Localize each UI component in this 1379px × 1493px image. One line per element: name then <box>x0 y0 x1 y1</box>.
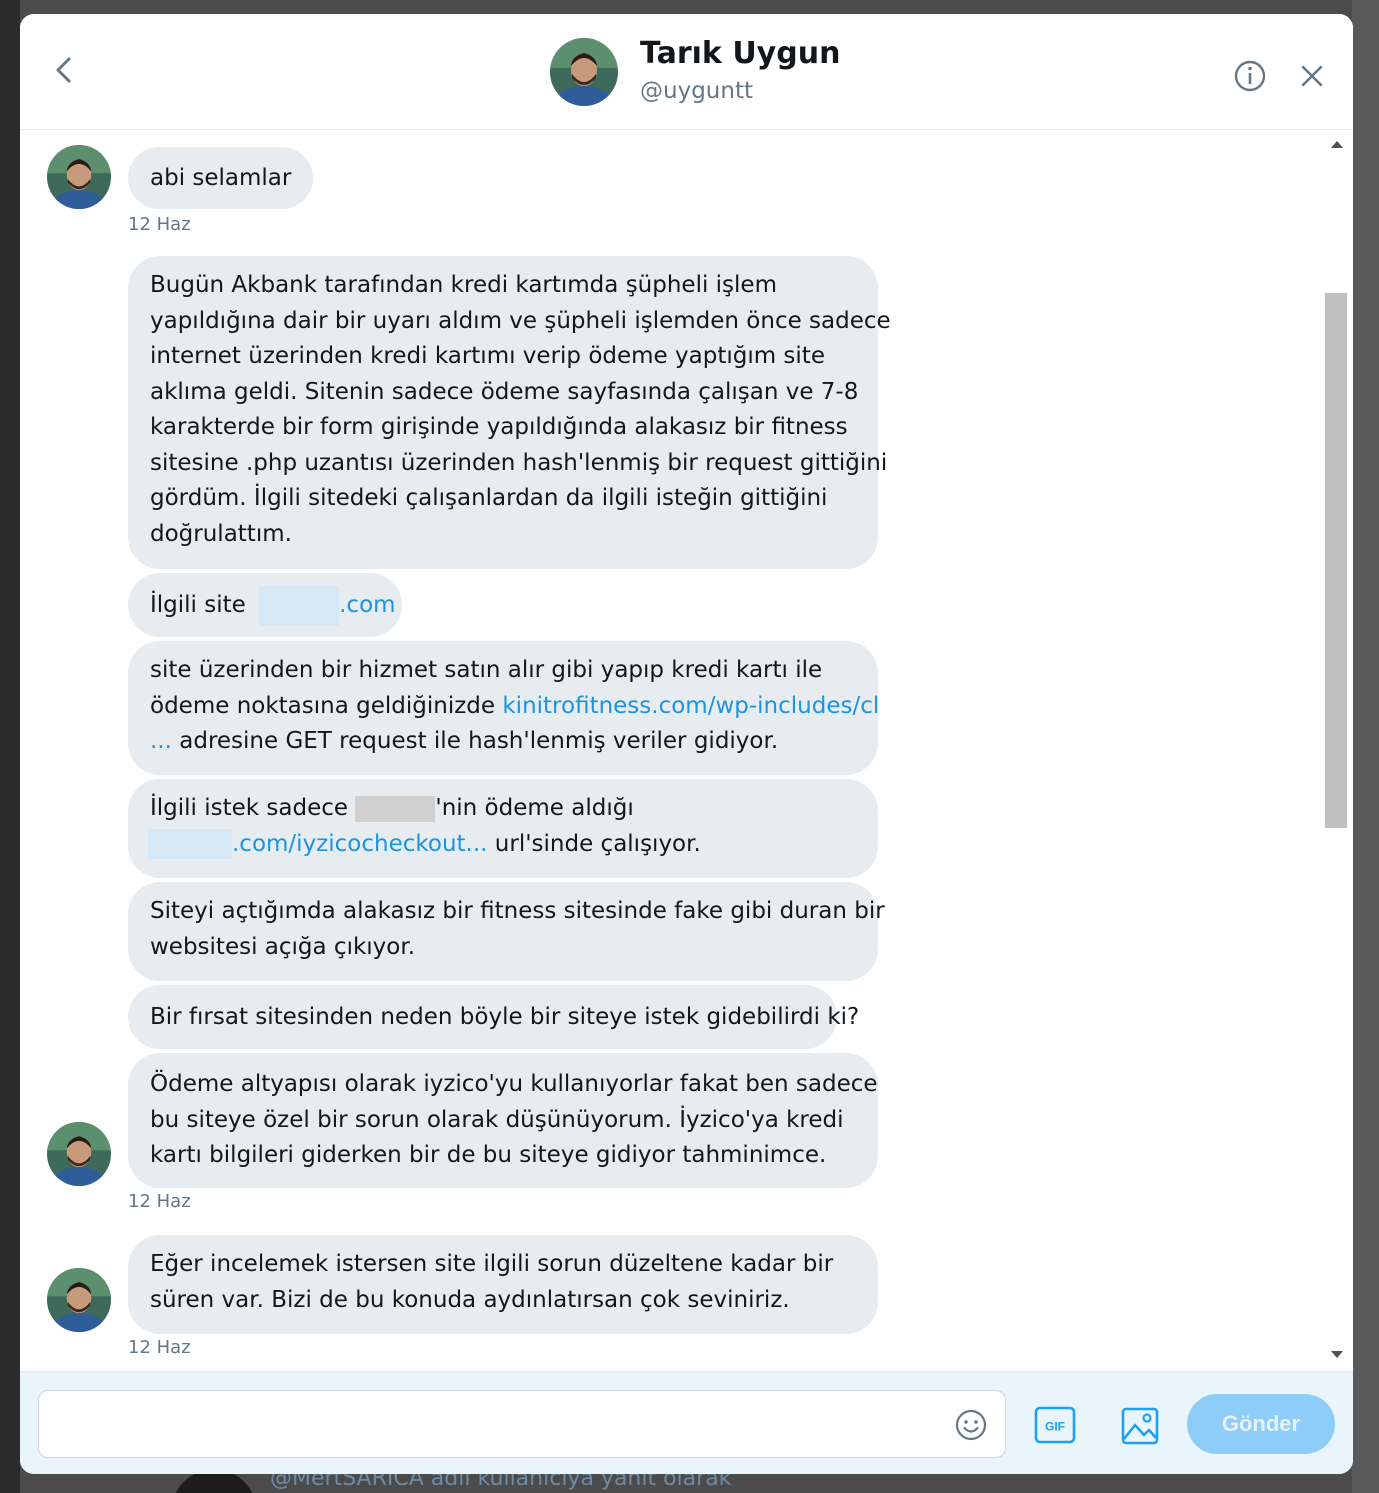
avatar[interactable] <box>47 145 111 209</box>
avatar[interactable] <box>47 1268 111 1332</box>
message-text: adresine GET request ile hash'lenmiş ver… <box>171 728 779 754</box>
avatar[interactable] <box>47 1122 111 1186</box>
back-button[interactable] <box>46 52 82 88</box>
scroll-thumb[interactable] <box>1325 293 1347 828</box>
message-link[interactable]: ... <box>150 728 172 754</box>
backdrop-strip <box>1352 0 1379 1493</box>
message-text: Ödeme altyapısı olarak iyzico'yu kullanı… <box>150 1071 878 1097</box>
redacted-text <box>355 795 436 822</box>
image-icon <box>1121 1407 1159 1445</box>
emoji-icon <box>955 1409 987 1441</box>
close-button[interactable] <box>1294 58 1330 94</box>
message-bubble[interactable]: Bugün Akbank tarafından kredi kartımda ş… <box>128 256 891 569</box>
message-input[interactable] <box>38 1390 1006 1458</box>
message-bubble[interactable]: site üzerinden bir hizmet satın alır gib… <box>128 641 879 775</box>
dm-conversation-modal: Tarık Uygun @uyguntt abi selamlar 12 Haz… <box>20 14 1353 1474</box>
message-text: bu siteye özel bir sorun olarak düşünüyo… <box>150 1106 844 1133</box>
message-text: gördüm. İlgili sitedeki çalışanlardan da… <box>150 485 828 511</box>
redacted-link <box>259 585 340 626</box>
message-bubble[interactable]: Bir fırsat sitesinden neden böyle bir si… <box>128 985 860 1049</box>
send-button[interactable]: Gönder <box>1187 1394 1335 1454</box>
message-text: site üzerinden bir hizmet satın alır gib… <box>150 657 823 683</box>
message-text: 'nin ödeme aldığı <box>435 795 634 821</box>
message-text: aklıma geldi. Sitenin sadece ödeme sayfa… <box>150 378 859 405</box>
scroll-down-arrow-icon[interactable] <box>1331 1351 1343 1358</box>
message-text: Bugün Akbank tarafından kredi kartımda ş… <box>150 272 777 298</box>
gif-label: GIF <box>1045 1420 1065 1434</box>
conversation-handle[interactable]: @uyguntt <box>640 78 753 104</box>
message-bubble[interactable]: İlgili istek sadece 'nin ödeme aldığı .c… <box>128 779 878 878</box>
message-text: karakterde bir form girişinde yapıldığın… <box>150 414 848 440</box>
conversation-header: Tarık Uygun @uyguntt <box>20 14 1353 130</box>
chevron-left-icon <box>56 57 71 83</box>
message-text: yapıldığına dair bir uyarı aldım ve şüph… <box>150 307 891 334</box>
message-bubble[interactable]: İlgili site .com <box>128 573 402 637</box>
message-text: internet üzerinden kredi kartımı verip ö… <box>150 343 825 369</box>
message-text: websitesi açığa çıkıyor. <box>150 933 416 960</box>
message-text: İlgili site <box>150 592 246 618</box>
message-text: Siteyi açtığımda alakasız bir fitness si… <box>150 898 885 924</box>
backdrop-strip <box>0 0 20 1493</box>
image-button[interactable] <box>1120 1406 1160 1446</box>
message-link[interactable]: .com <box>339 592 395 618</box>
message-text: kartı bilgileri giderken bir de bu sitey… <box>150 1142 827 1168</box>
message-link[interactable]: kinitrofitness.com/wp-includes/cl <box>502 693 879 719</box>
message-text: ödeme noktasına geldiğinizde <box>150 692 503 719</box>
info-button[interactable] <box>1232 58 1268 94</box>
message-text: İlgili istek sadece <box>150 795 356 821</box>
close-icon <box>1301 65 1323 87</box>
message-text: Bir fırsat sitesinden neden böyle bir si… <box>150 1004 860 1030</box>
message-link[interactable]: .com/iyzicocheckout... <box>232 831 487 857</box>
message-timestamp: 12 Haz <box>128 214 191 235</box>
message-timestamp: 12 Haz <box>128 1191 191 1212</box>
message-text: doğrulattım. <box>150 520 292 547</box>
message-text: Eğer incelemek istersen site ilgili soru… <box>150 1251 834 1277</box>
message-text: süren var. Bizi de bu konuda aydınlatırs… <box>150 1286 790 1313</box>
gif-icon: GIF <box>1034 1406 1076 1444</box>
message-text: abi selamlar <box>150 165 292 191</box>
scroll-up-arrow-icon[interactable] <box>1331 141 1343 148</box>
gif-button[interactable]: GIF <box>1034 1406 1076 1444</box>
message-bubble[interactable]: abi selamlar <box>128 147 314 209</box>
info-icon <box>1234 60 1266 92</box>
message-bubble[interactable]: Siteyi açtığımda alakasız bir fitness si… <box>128 882 885 981</box>
message-timestamp: 12 Haz <box>128 1337 191 1358</box>
emoji-button[interactable] <box>954 1408 988 1442</box>
scrollbar[interactable] <box>1322 131 1350 1371</box>
message-text: sitesine .php uzantısı üzerinden hash'le… <box>150 449 888 476</box>
message-list: abi selamlar 12 Haz Bugün Akbank tarafın… <box>20 131 1320 1371</box>
message-text: url'sinde çalışıyor. <box>487 830 701 857</box>
conversation-name[interactable]: Tarık Uygun <box>640 36 840 71</box>
avatar[interactable] <box>550 38 618 106</box>
message-bubble[interactable]: Ödeme altyapısı olarak iyzico'yu kullanı… <box>128 1053 878 1188</box>
redacted-link <box>148 829 232 859</box>
message-bubble[interactable]: Eğer incelemek istersen site ilgili soru… <box>128 1235 878 1334</box>
